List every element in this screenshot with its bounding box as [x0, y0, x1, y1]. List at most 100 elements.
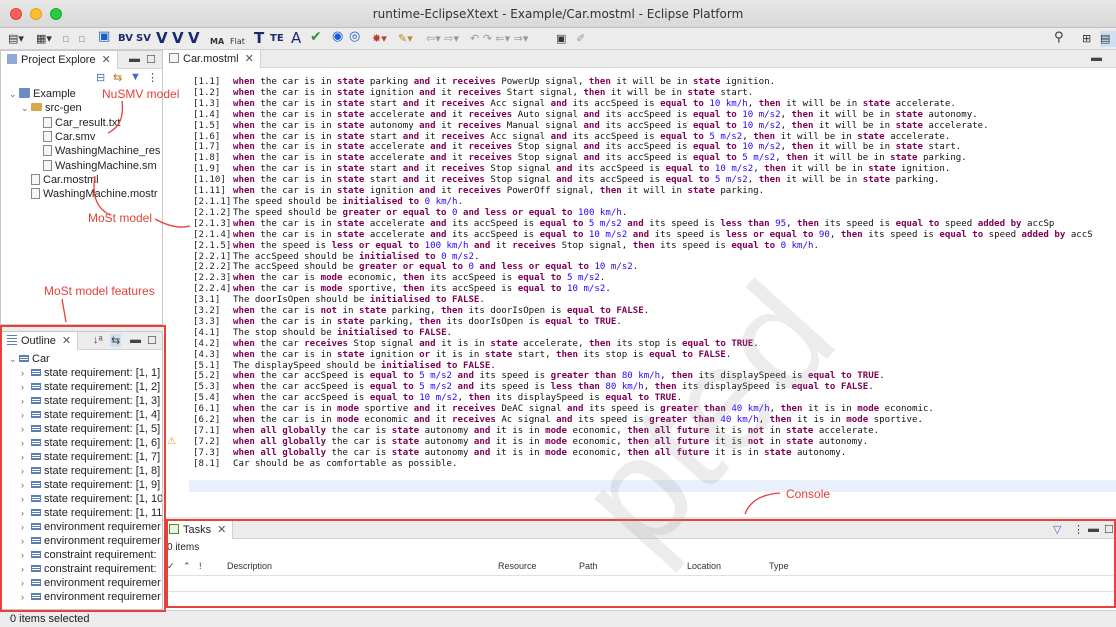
keyword: when [233, 284, 255, 295]
keyword: greater or equal to [342, 207, 447, 218]
tree-item[interactable]: WashingMachine.sm [33, 159, 157, 173]
code-text[interactable]: [1.1] when the car is in state parking an… [163, 77, 1116, 470]
code-text-segment: its speed is [583, 404, 661, 415]
keyword: when all globally [233, 426, 327, 436]
keyword: and [473, 240, 491, 251]
code-text-segment: accelerate. [813, 426, 880, 436]
tree-item[interactable]: WashingMachine_res [33, 144, 160, 158]
save-all-icon[interactable]: ▫ [78, 31, 85, 47]
history-icon[interactable]: ↶ ↷ ⇐▾ ⇒▾ [470, 31, 528, 47]
code-text-segment: it will be in [610, 77, 693, 87]
chevron-down-icon[interactable]: ⌄ [9, 87, 19, 101]
perspective-icon[interactable]: ▤ [1100, 31, 1116, 47]
filter-icon[interactable]: ▼ [130, 71, 141, 83]
keyword: and [556, 415, 573, 426]
tree-item[interactable]: Car.mostml [21, 173, 99, 187]
code-text-segment: it will be in [605, 87, 688, 98]
project-explorer-icon [7, 54, 17, 64]
keyword: equal to [545, 316, 589, 327]
code-text-segment: it [446, 153, 469, 164]
run-icon[interactable]: ◉ [332, 29, 343, 45]
code-line: [4.2] when the car receives Stop signal a… [163, 339, 1116, 350]
terminal-icon[interactable]: ▣ [98, 29, 110, 45]
check-icon[interactable]: ✔ [310, 29, 322, 45]
chevron-down-icon[interactable]: ⌄ [21, 101, 31, 115]
code-text-segment: Acc signal [484, 131, 551, 142]
code-text-segment: . [725, 349, 732, 360]
code-text-segment: accelerate [364, 142, 431, 153]
code-text-segment: it will be in [786, 164, 869, 175]
debug-icon[interactable]: ◎ [349, 29, 360, 45]
tree-item[interactable]: Car_result.txt [33, 116, 120, 130]
code-text-segment: Stop signal [484, 175, 557, 186]
most-annotation: MoSt model [88, 211, 153, 225]
search-icon[interactable]: ⚲ [1054, 30, 1064, 46]
flat-button[interactable]: Flat [230, 34, 245, 50]
tree-item[interactable]: WashingMachine.mostr [21, 187, 158, 201]
code-line: [2.1.3] when the car is in state accelera… [163, 219, 1116, 230]
pen-icon[interactable]: ✐ [576, 31, 585, 47]
view-menu-icon[interactable]: ⋮ [147, 71, 158, 84]
code-text-segment: ignition. [720, 77, 776, 87]
keyword: state [337, 142, 365, 153]
code-text-segment: it is in [490, 447, 546, 458]
a-button[interactable]: A [291, 29, 301, 47]
keyword: and [632, 229, 650, 240]
close-icon[interactable]: ✕ [102, 54, 111, 66]
code-text-segment: it [430, 404, 453, 415]
keyword: mode [337, 404, 359, 415]
code-text-segment: Stop signal, [556, 240, 633, 251]
code-text-segment: accelerate [364, 109, 431, 120]
keyword: receives [441, 164, 485, 175]
v-button-1[interactable]: V [156, 29, 168, 47]
new-file-icon[interactable]: ▤▾ [8, 31, 24, 47]
tab-car-mostml[interactable]: Car.mostml ✕ [163, 50, 261, 68]
keyword: equal to [517, 284, 562, 295]
t-button[interactable]: T [254, 29, 264, 47]
collapse-all-icon[interactable]: ⊟ [96, 71, 105, 84]
tree-item[interactable]: ⌄ src-gen [21, 101, 82, 115]
code-text-segment: autonomy [419, 426, 474, 436]
keyword: and [550, 98, 568, 109]
code-text-segment: the car accSpeed is [254, 371, 370, 382]
v-button-3[interactable]: V [188, 29, 200, 47]
minimize-icon[interactable]: ▬ [1091, 52, 1102, 64]
link-editor-icon[interactable]: ⇆ [113, 71, 122, 84]
tab-project-explorer[interactable]: Project Explore ✕ [1, 51, 118, 69]
search-tool-icon[interactable]: ✎▾ [398, 31, 413, 47]
close-icon[interactable]: ✕ [245, 53, 254, 65]
keyword: when [233, 404, 255, 415]
keyword: TRUE [731, 338, 754, 349]
keyword: and [473, 447, 491, 458]
external-tools-icon[interactable]: ✸▾ [372, 31, 387, 47]
tree-item[interactable]: Car.smv [33, 130, 95, 144]
minimize-icon[interactable]: ▬ [129, 53, 140, 65]
code-text-segment: parking. [890, 175, 940, 186]
open-perspective-icon[interactable]: ⊞ [1082, 31, 1091, 47]
code-text-segment: , [769, 404, 781, 415]
outline-highlight-box [0, 325, 166, 612]
keyword: state [862, 98, 891, 109]
nav-back-icon[interactable]: ⇦▾ ⇨▾ [426, 31, 459, 47]
tree-item[interactable]: ⌄ Example [9, 87, 76, 101]
keyword: equal to [939, 229, 984, 240]
ma-button[interactable]: MA [210, 34, 224, 50]
code-line: [2.1.5] when the speed is less or equal t… [163, 241, 1116, 252]
te-button[interactable]: TE [270, 31, 284, 47]
code-line: [5.3] when the car accSpeed is equal to 5… [163, 382, 1116, 393]
new-project-icon[interactable]: ▦▾ [36, 31, 52, 47]
sv-button[interactable]: SV [136, 31, 151, 47]
editor-area[interactable]: Car.mostml ✕ ▬ [1.1] when the car is in st… [163, 50, 1116, 517]
code-text-segment: the car is in [254, 349, 338, 360]
code-text-segment: ignition. [895, 164, 951, 175]
bv-button[interactable]: BV [118, 31, 133, 47]
v-button-2[interactable]: V [172, 29, 184, 47]
keyword: receives [441, 131, 485, 142]
pin-editor-icon[interactable]: ▣ [556, 31, 566, 47]
warning-icon[interactable]: ⚠ [167, 436, 176, 447]
keyword: equal to [567, 306, 611, 317]
maximize-icon[interactable]: ☐ [146, 53, 156, 66]
keyword: receives [452, 415, 496, 426]
save-icon[interactable]: ▫ [62, 31, 69, 47]
code-text-segment: . [457, 196, 463, 207]
